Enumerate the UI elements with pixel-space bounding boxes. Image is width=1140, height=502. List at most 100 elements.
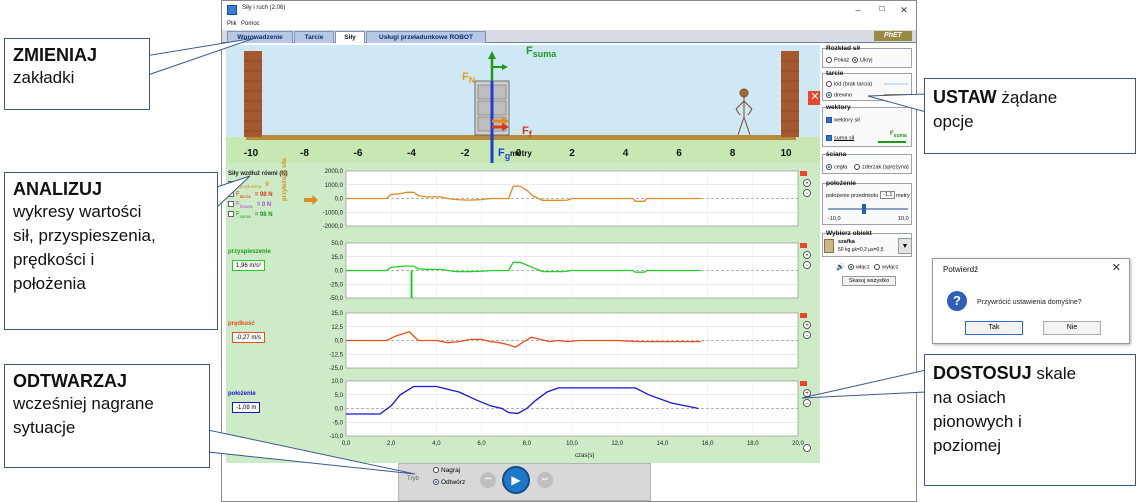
maximize-button[interactable]: ☐ (870, 3, 894, 17)
simulation-scene[interactable]: -10 -8 -6 -4 -2 0 2 4 6 8 10 metry Fsuma FN Ff Fg ✕ (226, 45, 820, 163)
tab-friction[interactable]: Tarcie (294, 31, 334, 43)
y-tick-label: -12,5 (329, 352, 343, 358)
dialog-message: Przywrócić ustawienia domyślne? (977, 299, 1082, 306)
friction-wood-radio[interactable]: drewno (826, 92, 852, 98)
close-window-button[interactable]: ✕ (892, 3, 916, 17)
breakdown-hide-radio[interactable]: Ukryj (852, 57, 873, 63)
cabinet-thumbnail-icon (824, 239, 834, 253)
friction-ice-radio[interactable]: lód (brak tarcia) (826, 81, 872, 87)
acceleration-graph: 50,0 25,0 0,0 -25,0 -50,0 + − (329, 241, 811, 302)
object-position-input[interactable]: -1,1 (880, 191, 896, 199)
callout-analyze-title: ANALIZUJ (13, 179, 102, 199)
legend-item[interactable]: Ftarcia = 98 N (228, 191, 273, 199)
friction-force-label: Ff (522, 125, 532, 140)
tab-forces[interactable]: Siły (335, 31, 365, 43)
left-brick-wall (244, 51, 262, 137)
legend-value: 0 (265, 181, 269, 188)
app-window: Siły i ruch (2.06) – ☐ ✕ Plik Pomoc Wpro… (221, 0, 917, 502)
step-forward-icon[interactable]: ⏭ (537, 472, 553, 488)
callout-tabs-title: ZMIENIAJ (13, 45, 98, 65)
zoom-glyph: − (805, 333, 809, 339)
object-dropdown-chevron-icon[interactable]: ▼ (898, 238, 912, 254)
ruler-tick-label: 2 (569, 148, 575, 159)
graphs-area: 2000,0 1000,0 0,0 -1000,0 -2000,0 + − 50,0 25,0 0… (226, 158, 820, 463)
ruler-tick-label: -4 (407, 148, 416, 159)
legend-item[interactable]: Fprzyłożona 0 (228, 181, 269, 189)
position-slider-track[interactable] (828, 208, 908, 210)
force-breakdown-title: Rozkład sił (826, 45, 860, 52)
dialog-yes-button[interactable]: Tak (965, 321, 1023, 335)
sum-force-label: Fsuma (526, 45, 557, 60)
reset-all-button[interactable]: Skasuj wszystko (842, 276, 896, 286)
window-title: Siły i ruch (2.06) (242, 5, 286, 11)
y-tick-label: 0,0 (335, 269, 344, 275)
position-slider-thumb[interactable] (861, 204, 866, 214)
wall-bumper-radio[interactable]: zderzak (sprężyna) (854, 164, 909, 170)
forces_panel-minimize-icon[interactable] (800, 171, 807, 176)
tab-introduction[interactable]: Wprowadzenie (227, 31, 293, 43)
velocity-value: -0,27 m/s (232, 332, 266, 343)
wooden-figure[interactable] (735, 88, 753, 136)
legend-item[interactable]: Fsuma = 98 N (228, 211, 273, 219)
menu-file[interactable]: Plik (227, 21, 237, 27)
position-minimize-icon[interactable] (800, 381, 807, 386)
applied-force-side-label: przyłożona siła (282, 157, 288, 201)
y-tick-label: 2000,0 (325, 169, 344, 175)
y-tick-label: -25,0 (329, 282, 343, 288)
callout-replay: ODTWARZAJ wcześniej nagrane sytuacje (4, 364, 210, 468)
ruler-unit-label: metry (510, 149, 532, 158)
menu-help[interactable]: Pomoc (241, 21, 260, 27)
legend-checkbox[interactable] (228, 201, 234, 207)
dialog-title: Potwierdź (943, 265, 979, 274)
speaker-icon: 🔊 (836, 264, 845, 271)
dialog-close-icon[interactable]: ✕ (1112, 261, 1121, 274)
position-title: położenie (228, 391, 256, 397)
record-radio[interactable]: Nagraj (433, 467, 460, 474)
sound-off-radio[interactable]: wyłącz (874, 264, 899, 270)
x-tick-label: 18,0 (747, 441, 759, 447)
scene-graphic: -10 -8 -6 -4 -2 0 2 4 6 8 10metry (226, 51, 820, 163)
breakdown-show-radio[interactable]: Pokaż (826, 57, 849, 63)
control-panel: Rozkład sił Pokaż Ukryj tarcie lód (brak… (822, 45, 916, 315)
phet-logo: PhET (874, 31, 912, 41)
minimize-button[interactable]: – (846, 3, 870, 17)
position-group-title: położenie (826, 180, 856, 187)
legend-subscript: tarcia (239, 193, 251, 199)
legend-checkbox[interactable] (228, 191, 234, 197)
dialog-no-button[interactable]: Nie (1043, 321, 1101, 335)
friction-title: tarcie (826, 70, 844, 77)
title-bar: Siły i ruch (2.06) – ☐ ✕ (222, 1, 916, 21)
playback-bar: Tryb Nagraj Odtwórz ⏮ ▶ ⏭ (398, 463, 651, 501)
rewind-icon[interactable]: ⏮ (480, 472, 496, 488)
zoom-glyph: + (805, 391, 809, 397)
tab-robot[interactable]: Usługi przeładunkowe ROBOT (366, 31, 486, 43)
force-vectors-checkbox[interactable]: wektory sił (826, 117, 860, 123)
velocity-minimize-icon[interactable] (800, 313, 807, 318)
acceleration-minimize-icon[interactable] (800, 243, 807, 248)
callout-analyze-line1: wykresy wartości (13, 202, 142, 221)
y-tick-label: 50,0 (331, 241, 343, 247)
sum-force-checkbox[interactable]: suma sił (826, 135, 854, 141)
y-tick-label: 0,0 (335, 197, 344, 203)
y-tick-label: 10,0 (331, 379, 343, 385)
time-zoom-icon[interactable] (803, 444, 811, 452)
callout-options-title: USTAW (933, 87, 997, 107)
ruler-tick-label: -6 (354, 148, 363, 159)
ruler-tick-label: -10 (244, 148, 259, 159)
x-tick-label: 8,0 (523, 441, 532, 447)
callout-replay-title: ODTWARZAJ (13, 371, 127, 391)
sound-on-radio[interactable]: włącz (848, 264, 870, 270)
legend-checkbox[interactable] (228, 181, 234, 187)
tab-strip: Wprowadzenie Tarcie Siły Usługi przeładu… (222, 30, 916, 43)
callout-scales-rest: skale (1031, 364, 1077, 383)
legend-value: = 98 N (254, 211, 273, 218)
legend-checkbox[interactable] (228, 211, 234, 217)
x-tick-label: 2,0 (387, 441, 396, 447)
ruler-tick-label: -2 (461, 148, 470, 159)
play-icon[interactable]: ▶ (502, 466, 530, 494)
wall-brick-radio[interactable]: cegła (826, 164, 847, 170)
close-scene-button[interactable]: ✕ (808, 91, 820, 105)
legend-item[interactable]: Fściana = 0 N (228, 201, 271, 209)
forces_panel-graph: 2000,0 1000,0 0,0 -1000,0 -2000,0 + − (323, 169, 811, 230)
playback-radio[interactable]: Odtwórz (433, 479, 465, 486)
